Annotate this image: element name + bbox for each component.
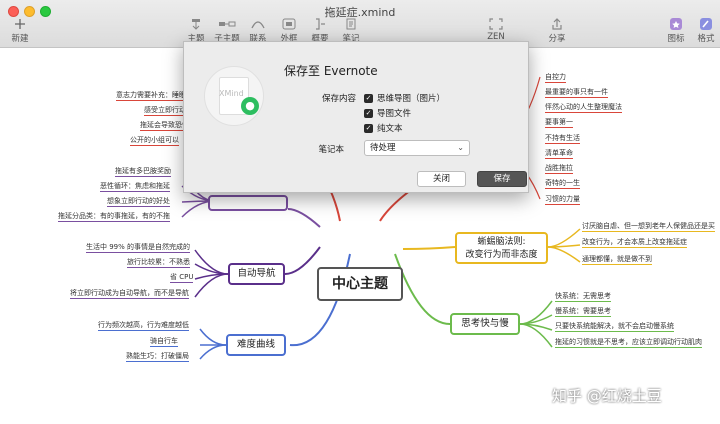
new-label: 新建 <box>11 34 29 44</box>
node-red-left-2[interactable]: 感受立即行动 <box>144 105 186 116</box>
node-purple-2[interactable]: 恶性循环：焦虑和拖延 <box>100 181 170 192</box>
node-red-left-4[interactable]: 公开的小组可以 <box>130 135 179 146</box>
node-auto-nav-4[interactable]: 将立即行动成为自动导航，而不是导航 <box>70 288 189 299</box>
subtopic-icon <box>219 21 236 27</box>
boundary-icon <box>282 18 296 30</box>
note-icon <box>346 18 356 30</box>
plus-icon <box>15 19 25 29</box>
node-think-4[interactable]: 拖延的习惯就是不思考，应该立即调动行动肌肉 <box>555 337 702 348</box>
chevron-down-icon: ⌄ <box>457 143 464 152</box>
brush-icon <box>700 18 712 30</box>
save-button[interactable]: 保存 <box>477 171 527 187</box>
topic-icon <box>192 19 200 30</box>
node-lizard-2[interactable]: 改变行为，才会本质上改变拖延症 <box>582 237 687 248</box>
checkbox-map-file[interactable]: ✓ <box>364 108 373 118</box>
node-purple-1[interactable]: 拖延有多巴胺奖励 <box>115 166 171 177</box>
notebook-label: 笔记本 <box>318 145 344 155</box>
option-mindmap-image[interactable]: ✓ 思维导图（图片） <box>364 92 445 104</box>
format-button[interactable]: 格式 <box>686 18 720 44</box>
node-book-1[interactable]: 自控力 <box>545 72 566 83</box>
lizard-label-line2: 改变行为而非态度 <box>465 250 538 260</box>
node-lizard-1[interactable]: 讨厌脑自虐、但一想到老年人保健品还是买 <box>582 221 715 232</box>
node-think-1[interactable]: 快系统：无需思考 <box>555 291 611 302</box>
node-book-2[interactable]: 最重要的事只有一件 <box>545 87 608 98</box>
topic-difficulty[interactable]: 难度曲线 <box>226 334 286 356</box>
checkbox-mindmap-image[interactable]: ✓ <box>364 93 373 103</box>
node-lizard-3[interactable]: 通理都懂，就是做不到 <box>582 254 652 265</box>
content-label: 保存内容 <box>321 94 356 104</box>
central-topic[interactable]: 中心主题 <box>317 267 403 301</box>
xmind-evernote-app-icon: XMind ● <box>204 66 264 126</box>
topic-lizard-brain[interactable]: 蜥蜴脑法则: 改变行为而非态度 <box>455 232 548 264</box>
option-map-file[interactable]: ✓ 导图文件 <box>364 107 411 119</box>
node-book-7[interactable]: 战胜拖拉 <box>545 163 573 174</box>
evernote-elephant-icon: ● <box>241 97 259 115</box>
summary-icon <box>316 18 325 30</box>
option-map-file-label: 导图文件 <box>377 109 412 119</box>
node-red-left-1[interactable]: 意志力需要补充：睡眠 <box>116 90 186 101</box>
node-purple-3[interactable]: 想象立即行动的好处 <box>107 196 170 207</box>
evernote-dialog: XMind ● 保存至 Evernote 保存内容 ✓ 思维导图（图片） ✓ 导… <box>183 41 529 193</box>
relationship-icon <box>251 21 265 29</box>
share-button[interactable]: 分享 <box>537 18 577 44</box>
node-think-2[interactable]: 慢系统：需要思考 <box>555 306 611 317</box>
close-button[interactable]: 关闭 <box>417 171 466 187</box>
zen-button[interactable]: ZEN <box>476 18 516 42</box>
option-plain-text[interactable]: ✓ 纯文本 <box>364 122 403 134</box>
node-auto-nav-2[interactable]: 旅行比较累：不熟悉 <box>127 257 190 268</box>
topic-think-fast-slow[interactable]: 思考快与慢 <box>450 313 520 335</box>
node-book-4[interactable]: 要事第一 <box>545 117 573 128</box>
dialog-title: 保存至 Evernote <box>284 64 378 78</box>
notebook-select[interactable]: 待处理 ⌄ <box>364 140 470 156</box>
node-auto-nav-1[interactable]: 生活中 99% 的事情是自然完成的 <box>86 242 191 253</box>
topic-purple[interactable] <box>208 195 288 211</box>
notebook-select-value: 待处理 <box>370 143 396 153</box>
app-icon-text: XMind <box>219 89 244 98</box>
option-plain-text-label: 纯文本 <box>377 124 403 134</box>
node-auto-nav-3[interactable]: 省 CPU <box>170 272 194 283</box>
icons-label: 图标 <box>667 34 685 44</box>
topic-auto-nav[interactable]: 自动导航 <box>228 263 285 285</box>
checkbox-plain-text[interactable]: ✓ <box>364 123 373 133</box>
sticker-icon <box>670 18 682 30</box>
node-difficulty-3[interactable]: 熟能生巧：打破僵局 <box>126 351 189 362</box>
node-book-3[interactable]: 怦然心动的人生整理魔法 <box>545 102 622 113</box>
new-button[interactable]: 新建 <box>0 18 40 44</box>
node-think-3[interactable]: 只要快系统能解决，就不会启动慢系统 <box>555 321 674 332</box>
watermark: 知乎 @红烧土豆 <box>552 387 662 405</box>
node-book-6[interactable]: 清单革命 <box>545 148 573 159</box>
node-book-8[interactable]: 奇特的一生 <box>545 178 580 189</box>
node-book-5[interactable]: 不持有生活 <box>545 133 580 144</box>
lizard-label-line1: 蜥蜴脑法则: <box>477 237 526 247</box>
node-book-9[interactable]: 习惯的力量 <box>545 194 580 205</box>
node-difficulty-1[interactable]: 行为频次越高，行为难度越低 <box>98 320 189 331</box>
node-purple-4[interactable]: 拖延分品类：有的事拖延，有的不拖 <box>58 211 170 222</box>
fullscreen-icon <box>489 18 503 30</box>
node-difficulty-2[interactable]: 骑自行车 <box>150 336 178 347</box>
share-icon <box>552 18 562 30</box>
node-red-left-3[interactable]: 拖延会导致恐惧 <box>140 120 189 131</box>
share-label: 分享 <box>548 34 566 44</box>
option-mindmap-image-label: 思维导图（图片） <box>377 94 446 104</box>
format-label: 格式 <box>697 34 715 44</box>
